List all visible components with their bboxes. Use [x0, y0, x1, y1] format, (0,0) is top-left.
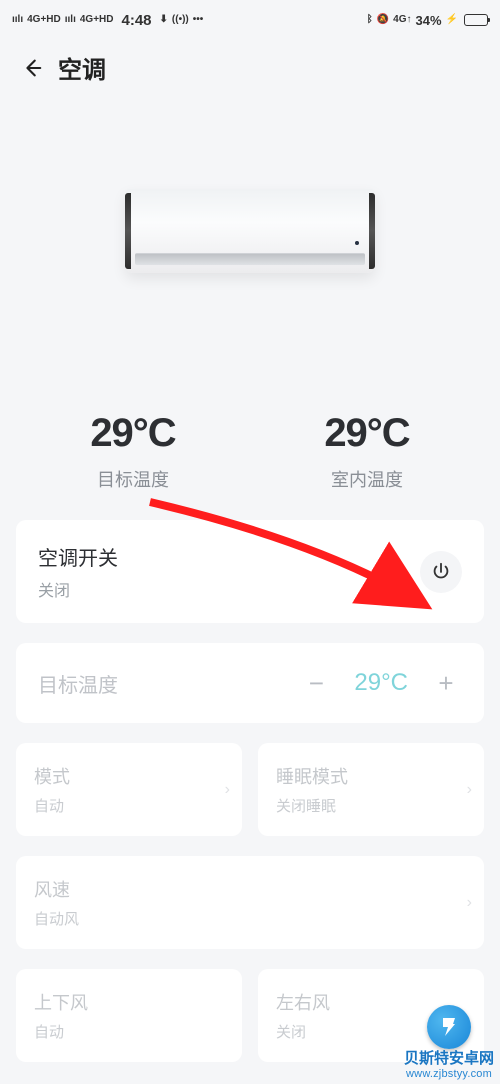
indoor-temp-label: 室内温度	[250, 466, 484, 492]
chevron-right-icon: ›	[467, 781, 472, 799]
status-bar: ıılı 4G+HD ıılı 4G+HD 4:48 ⬇ ((•)) ••• ᛒ…	[0, 0, 500, 40]
navbar: 空调	[0, 40, 500, 91]
hotspot-icon: ((•))	[172, 15, 189, 25]
mode-sub: 自动	[34, 795, 224, 816]
target-temp-card-label: 目标温度	[38, 669, 118, 698]
power-state: 关闭	[38, 577, 118, 601]
signal-2-icon: ıılı	[65, 15, 76, 25]
watermark-url: www.zjbstyy.com	[406, 1068, 492, 1080]
fan-title: 风速	[34, 876, 466, 902]
more-icon: •••	[193, 15, 204, 25]
readouts: 29°C 目标温度 29°C 室内温度	[16, 411, 484, 492]
hswing-card[interactable]: 左右风 关闭	[258, 969, 484, 1062]
mode-title: 模式	[34, 763, 224, 789]
net-2-label: 4G+HD	[80, 15, 114, 25]
dnd-icon: 🔕	[377, 15, 389, 25]
ac-unit-illustration	[125, 189, 375, 273]
target-temp-label: 目标温度	[16, 466, 250, 492]
status-time: 4:48	[122, 12, 152, 29]
temp-minus-button[interactable]: −	[300, 667, 332, 699]
hswing-title: 左右风	[276, 989, 466, 1015]
power-title: 空调开关	[38, 542, 118, 571]
chevron-right-icon: ›	[467, 894, 472, 912]
mode-card[interactable]: 模式 自动 ›	[16, 743, 242, 836]
charge-icon: ⚡	[446, 15, 458, 25]
arrow-left-icon	[21, 57, 43, 79]
indoor-temp-readout: 29°C 室内温度	[250, 411, 484, 492]
fan-sub: 自动风	[34, 908, 466, 929]
power-button[interactable]	[420, 551, 462, 593]
content: 29°C 目标温度 29°C 室内温度 空调开关 关闭 目标温度 − 29°C …	[0, 91, 500, 1062]
back-button[interactable]	[16, 52, 48, 84]
target-temp-value: 29°C	[16, 411, 250, 456]
battery-icon	[464, 14, 488, 26]
download-icon: ⬇	[160, 15, 168, 25]
indoor-temp-value: 29°C	[250, 411, 484, 456]
bluetooth-icon: ᛒ	[367, 15, 373, 25]
hswing-sub: 关闭	[276, 1021, 466, 1042]
target-temp-card-value: 29°C	[354, 669, 408, 697]
page-title: 空调	[58, 50, 106, 85]
net-right: 4G↑	[393, 15, 411, 25]
target-temp-card: 目标温度 − 29°C +	[16, 643, 484, 723]
vswing-title: 上下风	[34, 989, 224, 1015]
target-temp-readout: 29°C 目标温度	[16, 411, 250, 492]
device-image	[16, 91, 484, 371]
sleep-sub: 关闭睡眠	[276, 795, 466, 816]
net-1-label: 4G+HD	[27, 15, 61, 25]
temp-plus-button[interactable]: +	[430, 667, 462, 699]
sleep-title: 睡眠模式	[276, 763, 466, 789]
battery-pct: 34%	[416, 13, 442, 28]
vswing-sub: 自动	[34, 1021, 224, 1042]
sleep-card[interactable]: 睡眠模式 关闭睡眠 ›	[258, 743, 484, 836]
power-card: 空调开关 关闭	[16, 520, 484, 623]
vswing-card[interactable]: 上下风 自动	[16, 969, 242, 1062]
chevron-right-icon: ›	[225, 781, 230, 799]
signal-1-icon: ıılı	[12, 15, 23, 25]
power-icon	[430, 561, 452, 583]
fan-card[interactable]: 风速 自动风 ›	[16, 856, 484, 949]
